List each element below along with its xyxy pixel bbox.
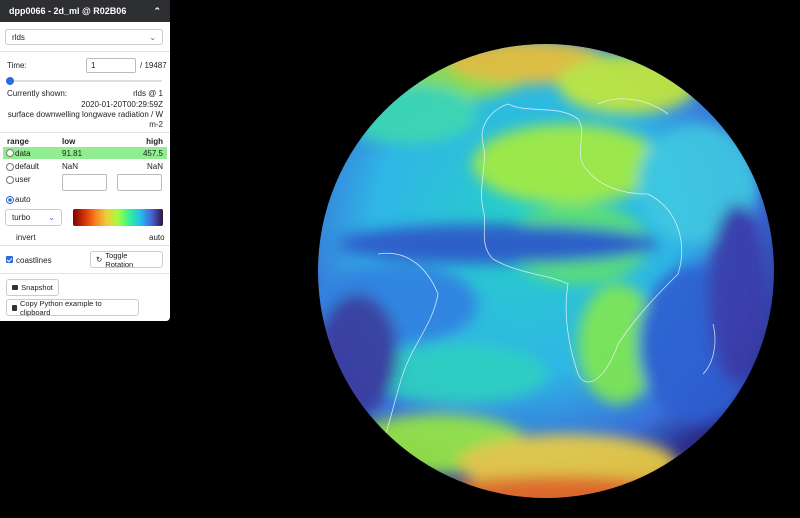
rotate-icon: ↻ — [96, 255, 103, 264]
copy-python-label: Copy Python example to clipboard — [19, 298, 102, 317]
clipboard-icon — [12, 304, 17, 311]
data-range-high: 457.5 — [142, 149, 163, 158]
time-input[interactable]: 1 — [86, 58, 136, 73]
toggle-rotation-button[interactable]: ↻ Toggle Rotation — [90, 250, 163, 269]
variable-select-value: rlds — [12, 32, 25, 42]
chevron-down-icon: ⌄ — [149, 32, 156, 42]
user-high-input[interactable] — [117, 174, 162, 191]
user-low-input[interactable] — [62, 174, 107, 191]
data-range-row[interactable]: data 91.81 457.5 — [3, 147, 167, 159]
snapshot-label: Snapshot — [21, 283, 53, 292]
default-range-low: NaN — [62, 162, 79, 171]
snapshot-button[interactable]: Snapshot — [6, 279, 59, 296]
auto-range-label: auto — [15, 195, 31, 204]
variable-select[interactable]: rlds ⌄ — [5, 29, 163, 45]
globe-view[interactable] — [318, 44, 774, 498]
user-radio[interactable] — [6, 176, 14, 184]
coastlines-label: coastlines — [16, 256, 52, 265]
currently-shown-value: rlds @ 1 — [133, 89, 163, 98]
colormap-select[interactable]: turbo ⌄ — [5, 209, 62, 226]
chevron-down-icon: ⌄ — [48, 213, 55, 222]
invert-label: invert — [16, 233, 36, 242]
currently-shown-label: Currently shown: — [7, 89, 68, 98]
time-slider-handle[interactable] — [6, 77, 14, 85]
high-header: high — [146, 137, 163, 146]
time-label: Time: — [7, 61, 27, 70]
timestamp: 2020-01-20T00:29:59Z — [81, 100, 163, 109]
globe-render[interactable] — [318, 44, 774, 498]
low-header: low — [62, 137, 76, 146]
invert-checkbox[interactable] — [6, 256, 13, 264]
panel-header[interactable]: dpp0066 - 2d_ml @ R02B06 ⌃ — [0, 0, 170, 22]
user-range-label: user — [15, 175, 31, 184]
data-range-label: data — [15, 149, 31, 158]
chevron-up-icon[interactable]: ⌃ — [153, 6, 161, 17]
time-total: / 19487 — [140, 61, 167, 70]
colormap-preview — [73, 209, 163, 226]
colormap-select-value: turbo — [12, 213, 31, 222]
copy-python-button[interactable]: Copy Python example to clipboard — [6, 298, 139, 317]
default-range-high: NaN — [146, 162, 163, 171]
toggle-rotation-label: Toggle Rotation — [105, 250, 134, 269]
default-radio[interactable] — [6, 163, 14, 171]
variable-description: surface downwelling longwave radiation /… — [7, 110, 163, 129]
control-panel: dpp0066 - 2d_ml @ R02B06 ⌃ rlds ⌄ Time: … — [0, 0, 170, 321]
default-range-label: default — [15, 162, 40, 171]
auto-label: auto — [149, 233, 165, 242]
range-header: range — [7, 137, 29, 146]
panel-title: dpp0066 - 2d_ml @ R02B06 — [9, 6, 127, 16]
data-radio[interactable] — [6, 149, 14, 157]
image-icon — [12, 285, 19, 290]
data-range-low: 91.81 — [62, 149, 83, 158]
auto-radio[interactable] — [6, 196, 14, 204]
time-slider[interactable] — [6, 77, 162, 85]
